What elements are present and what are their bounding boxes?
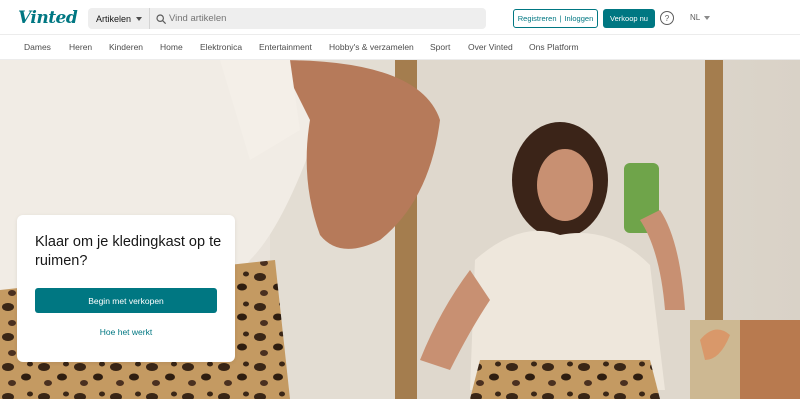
register-label[interactable]: Registreren — [518, 14, 557, 23]
nav-item-hobbys[interactable]: Hobby's & verzamelen — [329, 42, 414, 52]
chevron-down-icon — [136, 16, 143, 21]
nav-item-entertainment[interactable]: Entertainment — [259, 42, 312, 52]
register-login-button[interactable]: Registreren | Inloggen — [513, 9, 598, 28]
category-nav: Dames Heren Kinderen Home Elektronica En… — [0, 34, 800, 60]
sell-now-button[interactable]: Verkoop nu — [603, 9, 655, 28]
help-icon[interactable]: ? — [660, 11, 674, 25]
register-login-separator: | — [559, 14, 562, 23]
nav-item-elektronica[interactable]: Elektronica — [200, 42, 242, 52]
language-label: NL — [690, 13, 701, 22]
login-label[interactable]: Inloggen — [564, 14, 593, 23]
hero-card-title: Klaar om je kledingkast op te ruimen? — [35, 234, 222, 269]
search-input[interactable] — [169, 10, 479, 27]
search-icon — [156, 14, 166, 24]
page-bottom-strip — [0, 399, 800, 409]
language-select[interactable]: NL — [690, 13, 711, 22]
nav-item-ons-platform[interactable]: Ons Platform — [529, 42, 579, 52]
nav-item-dames[interactable]: Dames — [24, 42, 51, 52]
category-select-label: Artikelen — [96, 13, 132, 24]
how-it-works-link[interactable]: Hoe het werkt — [35, 327, 217, 337]
nav-item-over-vinted[interactable]: Over Vinted — [468, 42, 513, 52]
nav-item-sport[interactable]: Sport — [430, 42, 450, 52]
search-bar: Artikelen — [88, 8, 486, 29]
header: Vinted Artikelen Registreren | Inloggen … — [0, 0, 800, 34]
category-select[interactable]: Artikelen — [88, 8, 150, 29]
hero-card: Klaar om je kledingkast op te ruimen? Be… — [17, 215, 235, 362]
start-selling-button[interactable]: Begin met verkopen — [35, 288, 217, 313]
chevron-down-icon — [704, 15, 711, 20]
nav-item-kinderen[interactable]: Kinderen — [109, 42, 143, 52]
nav-item-heren[interactable]: Heren — [69, 42, 92, 52]
nav-item-home[interactable]: Home — [160, 42, 183, 52]
hero-banner: Klaar om je kledingkast op te ruimen? Be… — [0, 60, 800, 399]
vinted-logo[interactable]: Vinted — [18, 8, 78, 28]
